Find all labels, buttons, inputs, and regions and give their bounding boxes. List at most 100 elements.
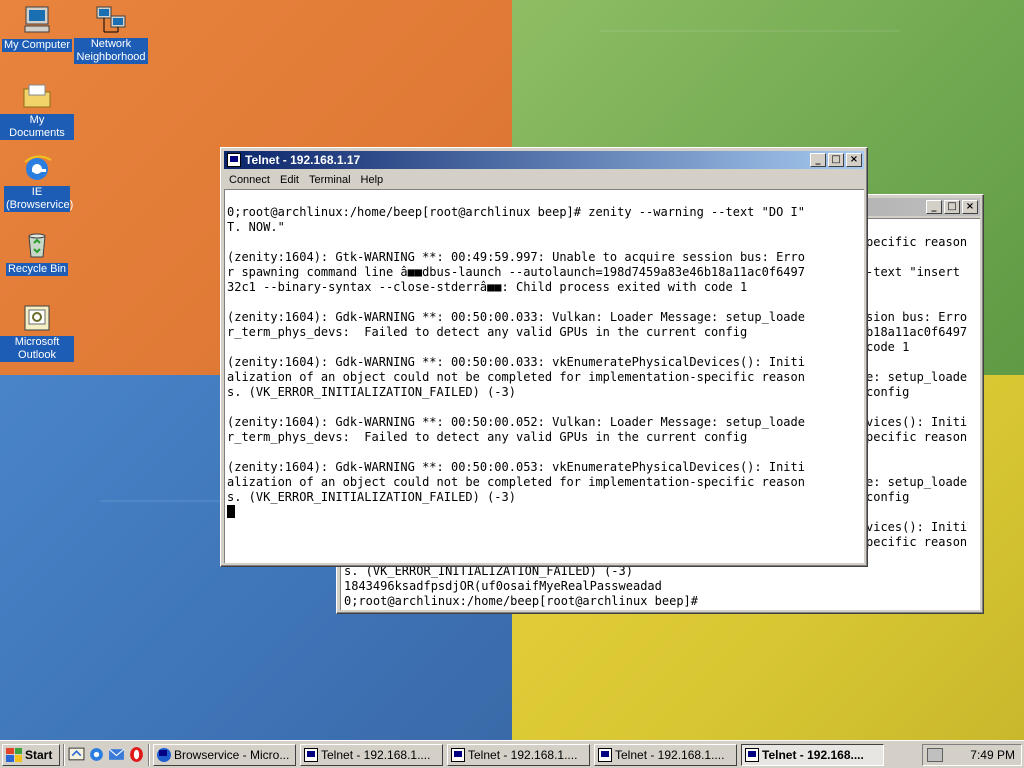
terminal-line: -text "insert xyxy=(866,265,960,279)
terminal-line: 0;root@archlinux:/home/beep[root@archlin… xyxy=(344,594,699,608)
menu-connect[interactable]: Connect xyxy=(224,174,275,186)
desktop-icon-label: Recycle Bin xyxy=(5,263,69,276)
terminal-line: s. (VK_ERROR_INITIALIZATION_FAILED) (-3) xyxy=(227,490,516,504)
terminal-line: (zenity:1604): Gdk-WARNING **: 00:50:00.… xyxy=(227,310,805,324)
terminal-line: 0;root@archlinux:/home/beep[root@archlin… xyxy=(227,205,805,219)
taskbar-button-telnet[interactable]: Telnet - 192.168.1.... xyxy=(300,743,443,766)
terminal-line: alization of an object could not be comp… xyxy=(227,370,805,384)
terminal-line: sion bus: Erro xyxy=(866,310,968,324)
window-title: Telnet - 192.168.1.17 xyxy=(245,153,361,167)
task-label: Browservice - Micro... xyxy=(174,747,290,762)
desktop-icon-my-documents[interactable]: My Documents xyxy=(0,80,74,140)
terminal-line: 32c1 --binary-syntax --close-stderrâ■■: … xyxy=(227,280,748,294)
terminal-line: r_term_phys_devs: Failed to detect any v… xyxy=(227,430,748,444)
terminal-line: config xyxy=(866,490,910,504)
clock[interactable]: 7:49 PM xyxy=(970,748,1015,762)
recycle-bin-icon xyxy=(28,233,46,258)
outlook-express-icon[interactable] xyxy=(108,746,125,763)
taskbar-button-telnet-active[interactable]: Telnet - 192.168.... xyxy=(741,743,884,766)
text-cursor xyxy=(227,505,235,518)
telnet-icon xyxy=(304,747,318,762)
taskbar-button-browservice[interactable]: Browservice - Micro... xyxy=(153,743,296,766)
terminal-line: code 1 xyxy=(866,340,910,354)
terminal-output[interactable]: 0;root@archlinux:/home/beep[root@archlin… xyxy=(224,189,864,563)
close-button[interactable]: × xyxy=(962,200,978,214)
terminal-line: (zenity:1604): Gdk-WARNING **: 00:50:00.… xyxy=(227,460,805,474)
desktop-icon-ie-browservice[interactable]: IE (Browservice) xyxy=(0,152,74,212)
desktop-icon-label: IE (Browservice) xyxy=(4,186,74,212)
desktop-icon-label: Network Neighborhood xyxy=(74,38,148,64)
desktop-icon-my-computer[interactable]: My Computer xyxy=(0,4,74,52)
task-label: Telnet - 192.168.... xyxy=(762,747,864,762)
telnet-icon xyxy=(745,747,759,762)
terminal-line: T. NOW." xyxy=(227,220,285,234)
taskbar-separator xyxy=(148,743,150,766)
terminal-line: (zenity:1604): Gdk-WARNING **: 00:50:00.… xyxy=(227,415,805,429)
desktop-icon-label: My Computer xyxy=(1,39,73,52)
terminal-line: (zenity:1604): Gtk-WARNING **: 00:49:59.… xyxy=(227,250,805,264)
show-desktop-icon[interactable] xyxy=(68,746,85,763)
start-button[interactable]: Start xyxy=(2,743,60,766)
terminal-line: s. (VK_ERROR_INITIALIZATION_FAILED) (-3) xyxy=(227,385,516,399)
computer-icon xyxy=(24,6,50,33)
terminal-prompt-line xyxy=(227,505,864,520)
task-label: Telnet - 192.168.1.... xyxy=(321,747,431,762)
minimize-button[interactable]: _ xyxy=(926,200,942,214)
terminal-line: e: setup_loade xyxy=(866,370,968,384)
terminal-line: pecific reason xyxy=(866,535,968,549)
desktop-icon-recycle-bin[interactable]: Recycle Bin xyxy=(0,228,74,276)
terminal-line: e: setup_loade xyxy=(866,475,968,489)
menu-terminal[interactable]: Terminal xyxy=(304,174,356,186)
minimize-button[interactable]: _ xyxy=(810,153,826,167)
internet-explorer-icon xyxy=(24,155,52,180)
telnet-icon xyxy=(227,153,241,167)
window-titlebar[interactable]: Telnet - 192.168.1.17 _ □ × xyxy=(224,151,864,169)
terminal-line: r spawning command line â■■dbus-launch -… xyxy=(227,265,805,279)
outlook-icon xyxy=(24,305,50,331)
desktop-icon-microsoft-outlook[interactable]: Microsoft Outlook xyxy=(0,302,74,362)
taskbar-button-telnet[interactable]: Telnet - 192.168.1.... xyxy=(447,743,590,766)
taskbar-button-telnet[interactable]: Telnet - 192.168.1.... xyxy=(594,743,737,766)
telnet-icon xyxy=(451,747,465,762)
windows-logo-icon xyxy=(6,747,22,762)
maximize-button[interactable]: □ xyxy=(944,200,960,214)
terminal-line: pecific reason xyxy=(866,235,968,249)
start-label: Start xyxy=(25,747,53,762)
terminal-line: 1843496ksadfpsdjOR(uf0osaifMyeRealPasswe… xyxy=(344,579,662,593)
internet-explorer-icon[interactable] xyxy=(88,746,105,763)
desktop-icon-network-neighborhood[interactable]: Network Neighborhood xyxy=(74,4,148,64)
telnet-window-active[interactable]: Telnet - 192.168.1.17 _ □ × Connect Edit… xyxy=(220,147,868,567)
terminal-line: config xyxy=(866,385,910,399)
terminal-lines-bottom: s. (VK_ERROR_INITIALIZATION_FAILED) (-3)… xyxy=(344,564,698,609)
telnet-icon xyxy=(598,747,612,762)
task-label: Telnet - 192.168.1.... xyxy=(468,747,578,762)
quick-launch xyxy=(68,746,145,763)
maximize-button[interactable]: □ xyxy=(828,153,844,167)
task-label: Telnet - 192.168.1.... xyxy=(615,747,725,762)
menu-bar: Connect Edit Terminal Help xyxy=(224,171,864,188)
network-status-icon[interactable] xyxy=(927,747,943,762)
terminal-line: vices(): Initi xyxy=(866,415,968,429)
ie-icon xyxy=(157,747,171,762)
network-icon xyxy=(96,6,126,33)
menu-edit[interactable]: Edit xyxy=(275,174,304,186)
terminal-line: alization of an object could not be comp… xyxy=(227,475,805,489)
opera-icon[interactable] xyxy=(128,746,145,763)
folder-icon xyxy=(23,84,51,108)
menu-help[interactable]: Help xyxy=(356,174,389,186)
close-button[interactable]: × xyxy=(846,153,862,167)
desktop-icon-label: Microsoft Outlook xyxy=(0,336,74,362)
